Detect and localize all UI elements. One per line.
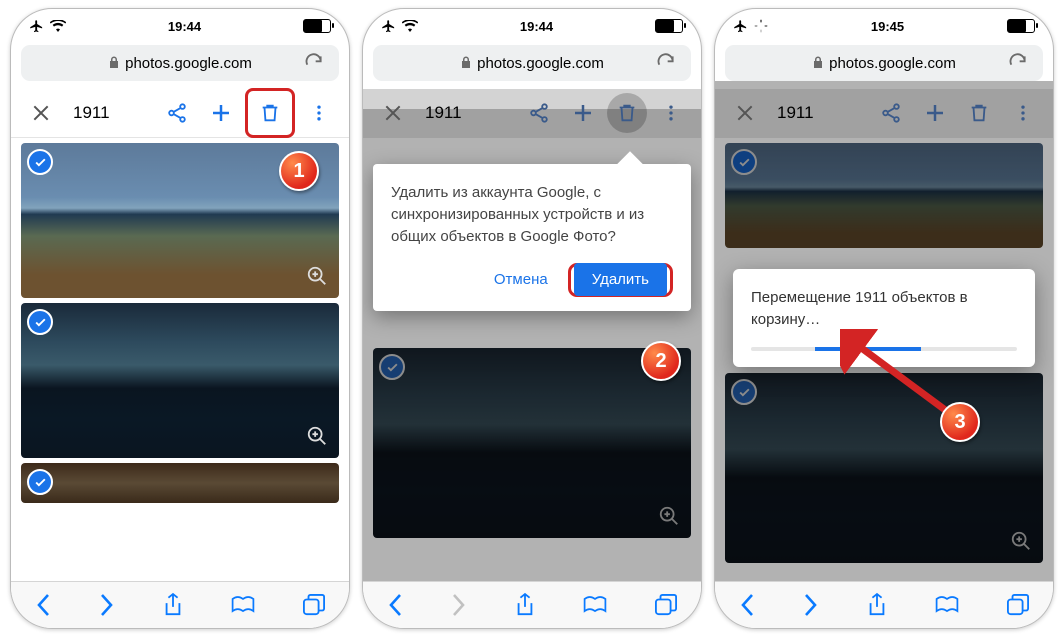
forward-icon[interactable] <box>802 593 820 617</box>
more-icon[interactable] <box>299 93 339 133</box>
battery-icon <box>1007 19 1035 33</box>
battery-icon <box>303 19 331 33</box>
add-icon[interactable] <box>201 93 241 133</box>
address-bar[interactable]: photos.google.com <box>373 45 691 81</box>
selection-toolbar: 1911 <box>363 89 701 138</box>
back-icon[interactable] <box>386 593 404 617</box>
clock: 19:44 <box>520 19 553 34</box>
status-bar: 19:45 <box>715 9 1053 37</box>
address-bar[interactable]: photos.google.com <box>725 45 1043 81</box>
step-badge-3: 3 <box>940 402 980 442</box>
safari-bottom-bar <box>11 581 349 628</box>
trash-icon <box>959 93 999 133</box>
share-icon <box>871 93 911 133</box>
more-icon <box>651 93 691 133</box>
lock-icon <box>460 56 472 70</box>
zoom-icon <box>655 502 683 530</box>
close-icon <box>373 93 413 133</box>
phone-screenshot-3: 19:45 photos.google.com 1911 Перемещение… <box>714 8 1054 629</box>
share-icon[interactable] <box>157 93 197 133</box>
safari-bottom-bar <box>363 581 701 628</box>
safari-bottom-bar <box>715 581 1053 628</box>
selection-count: 1911 <box>777 103 814 123</box>
forward-icon[interactable] <box>98 593 116 617</box>
airplane-icon <box>381 19 396 34</box>
selected-check-icon <box>731 149 757 175</box>
status-bar: 19:44 <box>363 9 701 37</box>
toast-message: Перемещение 1911 объектов в корзину… <box>751 287 1017 331</box>
tabs-icon[interactable] <box>1006 594 1030 616</box>
selection-count: 1911 <box>73 103 110 123</box>
battery-icon <box>655 19 683 33</box>
lock-icon <box>812 56 824 70</box>
tabs-icon[interactable] <box>654 594 678 616</box>
selected-check-icon <box>731 379 757 405</box>
photo-item <box>373 348 691 538</box>
phone-screenshot-2: 19:44 photos.google.com 1911 Удалить из … <box>362 8 702 629</box>
photo-gallery <box>11 143 349 503</box>
highlight-frame-1 <box>245 88 295 138</box>
share-sheet-icon[interactable] <box>866 592 888 618</box>
selected-check-icon <box>27 469 53 495</box>
zoom-icon <box>1007 527 1035 555</box>
photo-item[interactable] <box>21 303 339 458</box>
bookmarks-icon[interactable] <box>230 594 256 616</box>
selected-check-icon <box>27 149 53 175</box>
refresh-icon[interactable] <box>1008 53 1033 73</box>
popup-message: Удалить из аккаунта Google, с синхронизи… <box>391 182 673 247</box>
close-icon <box>725 93 765 133</box>
add-icon <box>915 93 955 133</box>
trash-icon[interactable] <box>250 93 290 133</box>
add-icon <box>563 93 603 133</box>
delete-button[interactable]: Удалить <box>574 263 667 296</box>
lock-icon <box>108 56 120 70</box>
bookmarks-icon[interactable] <box>934 594 960 616</box>
step-badge-2: 2 <box>641 341 681 381</box>
share-sheet-icon[interactable] <box>162 592 184 618</box>
selected-check-icon <box>27 309 53 335</box>
selection-toolbar: 1911 <box>11 89 349 138</box>
photo-item <box>725 143 1043 248</box>
forward-icon <box>450 593 468 617</box>
loading-spinner-icon <box>754 19 768 33</box>
step-badge-1: 1 <box>279 151 319 191</box>
wifi-icon <box>402 20 418 32</box>
highlight-frame-2: Удалить <box>568 263 673 297</box>
trash-icon <box>607 93 647 133</box>
bookmarks-icon[interactable] <box>582 594 608 616</box>
photo-item[interactable] <box>21 463 339 503</box>
url-text: photos.google.com <box>477 55 604 72</box>
clock: 19:45 <box>871 19 904 34</box>
tabs-icon[interactable] <box>302 594 326 616</box>
zoom-icon[interactable] <box>303 422 331 450</box>
airplane-icon <box>29 19 44 34</box>
clock: 19:44 <box>168 19 201 34</box>
address-bar[interactable]: photos.google.com <box>21 45 339 81</box>
share-icon <box>519 93 559 133</box>
refresh-icon[interactable] <box>656 53 681 73</box>
cancel-button[interactable]: Отмена <box>484 261 558 299</box>
phone-screenshot-1: 19:44 photos.google.com 1911 <box>10 8 350 629</box>
refresh-icon[interactable] <box>304 53 329 73</box>
selection-count: 1911 <box>425 103 462 123</box>
status-bar: 19:44 <box>11 9 349 37</box>
selection-toolbar: 1911 <box>715 89 1053 138</box>
delete-confirmation-popup: Удалить из аккаунта Google, с синхронизи… <box>373 164 691 311</box>
url-text: photos.google.com <box>829 55 956 72</box>
selected-check-icon <box>379 354 405 380</box>
back-icon[interactable] <box>34 593 52 617</box>
url-text: photos.google.com <box>125 55 252 72</box>
wifi-icon <box>50 20 66 32</box>
close-icon[interactable] <box>21 93 61 133</box>
airplane-icon <box>733 19 748 34</box>
more-icon <box>1003 93 1043 133</box>
share-sheet-icon[interactable] <box>514 592 536 618</box>
back-icon[interactable] <box>738 593 756 617</box>
zoom-icon[interactable] <box>303 262 331 290</box>
